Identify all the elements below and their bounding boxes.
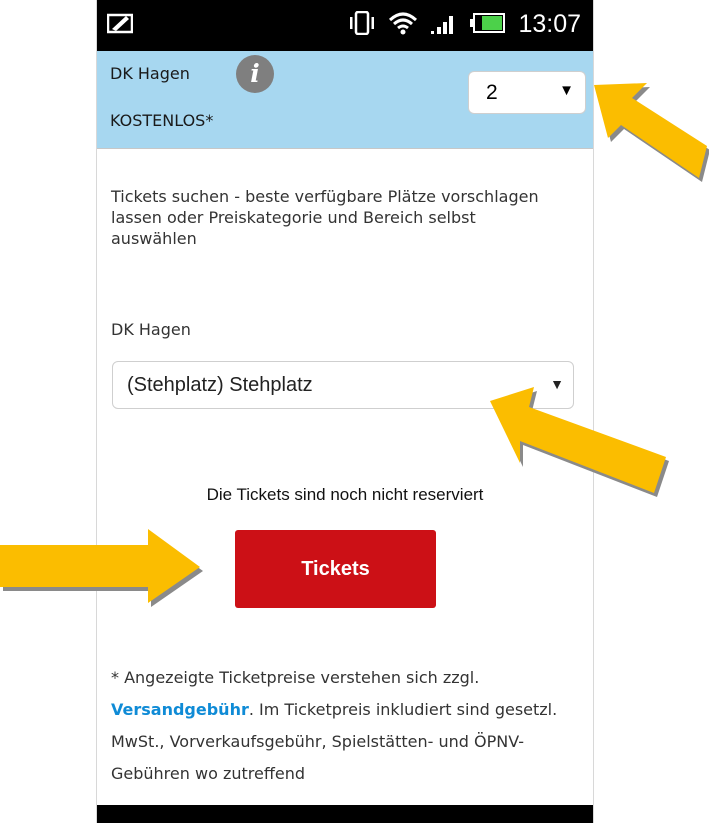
ticket-search-description: Tickets suchen - beste verfügbare Plätze…: [111, 187, 539, 248]
price-footnote: * Angezeigte Ticketpreise verstehen sich…: [111, 662, 571, 790]
dropdown-caret-icon: ▼: [559, 82, 574, 99]
footnote-prefix: * Angezeigte Ticketpreise verstehen sich…: [111, 668, 480, 687]
clock-time: 13:07: [518, 10, 581, 38]
info-icon[interactable]: i: [236, 55, 274, 93]
area-select-value: (Stehplatz) Stehplatz: [127, 374, 313, 396]
venue-name: DK Hagen: [110, 64, 190, 83]
area-venue-label: DK Hagen: [111, 320, 191, 339]
event-header: DK Hagen i KOSTENLOS* 2 ▼: [97, 51, 593, 149]
annotation-arrow-icon: [490, 387, 669, 497]
annotation-arrow-icon: [0, 529, 203, 607]
wifi-icon: [388, 11, 418, 39]
annotation-arrow-icon: [594, 83, 709, 182]
edit-notification-icon: [106, 12, 134, 38]
quantity-value: 2: [486, 81, 498, 104]
tickets-button[interactable]: Tickets: [235, 530, 436, 608]
quantity-select[interactable]: 2 ▼: [468, 71, 586, 114]
navigation-bar: [97, 805, 593, 823]
shipping-fee-link[interactable]: Versandgebühr: [111, 700, 249, 719]
price-label: KOSTENLOS*: [110, 111, 214, 130]
vibrate-icon: [348, 10, 376, 39]
status-bar: 13:07: [97, 0, 593, 51]
battery-icon: [470, 12, 506, 38]
signal-icon: [430, 11, 458, 39]
